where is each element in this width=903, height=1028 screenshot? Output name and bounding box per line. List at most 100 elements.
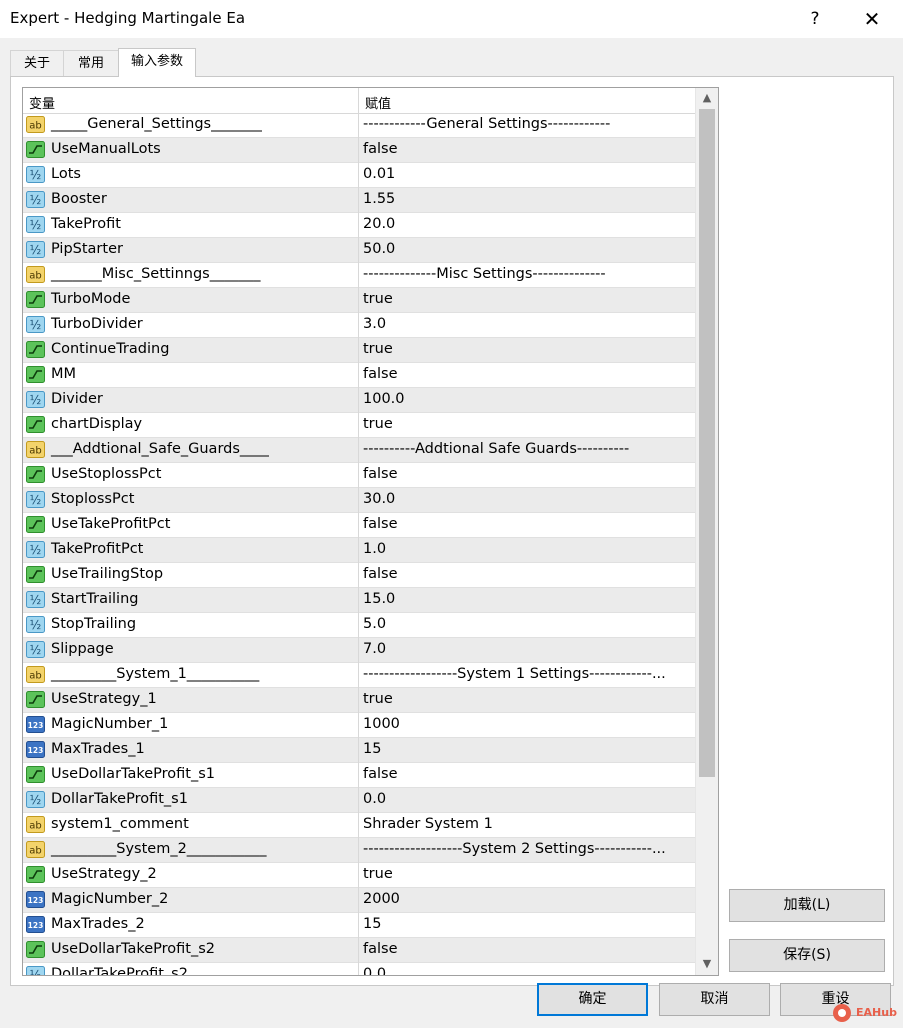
table-row[interactable]: ab _______Misc_Settinngs_______ ----------…: [23, 263, 695, 288]
tab-about[interactable]: 关于: [10, 50, 64, 76]
table-row[interactable]: UseDollarTakeProfit_s1 false: [23, 763, 695, 788]
table-row[interactable]: TurboMode true: [23, 288, 695, 313]
scroll-thumb[interactable]: [699, 109, 715, 777]
parameter-value[interactable]: 20.0: [363, 216, 688, 232]
parameter-name: UseManualLots: [51, 141, 161, 157]
parameter-value[interactable]: 30.0: [363, 491, 688, 507]
parameter-value[interactable]: 7.0: [363, 641, 688, 657]
column-separator: [358, 88, 359, 975]
parameter-value[interactable]: 100.0: [363, 391, 688, 407]
parameter-name: _______Misc_Settinngs_______: [51, 266, 261, 282]
watermark-text: EAHub: [856, 1006, 897, 1019]
table-row[interactable]: UseTakeProfitPct false: [23, 513, 695, 538]
table-row[interactable]: ½ StoplossPct 30.0: [23, 488, 695, 513]
table-row[interactable]: 123 MagicNumber_2 2000: [23, 888, 695, 913]
load-button[interactable]: 加载(L): [729, 889, 885, 922]
parameter-value[interactable]: false: [363, 141, 688, 157]
table-row[interactable]: ½ Lots 0.01: [23, 163, 695, 188]
table-row[interactable]: UseDollarTakeProfit_s2 false: [23, 938, 695, 963]
parameter-value[interactable]: true: [363, 866, 688, 882]
help-button[interactable]: ?: [800, 4, 830, 34]
save-button[interactable]: 保存(S): [729, 939, 885, 972]
parameter-value[interactable]: 15: [363, 916, 688, 932]
parameter-value[interactable]: 5.0: [363, 616, 688, 632]
header-variable[interactable]: 变量: [29, 93, 55, 112]
int-icon: 123: [26, 716, 45, 733]
parameter-value[interactable]: 1.55: [363, 191, 688, 207]
table-row[interactable]: ½ TakeProfitPct 1.0: [23, 538, 695, 563]
table-row[interactable]: ½ TakeProfit 20.0: [23, 213, 695, 238]
table-row[interactable]: 123 MaxTrades_2 15: [23, 913, 695, 938]
parameter-value[interactable]: 50.0: [363, 241, 688, 257]
parameter-value[interactable]: Shrader System 1: [363, 816, 688, 832]
parameter-value[interactable]: 0.0: [363, 966, 688, 975]
parameter-value[interactable]: -------------------System 2 Settings----…: [363, 841, 688, 857]
vertical-scrollbar[interactable]: ▲ ▼: [695, 88, 718, 975]
table-row[interactable]: ½ StartTrailing 15.0: [23, 588, 695, 613]
parameter-value[interactable]: false: [363, 516, 688, 532]
parameter-value[interactable]: false: [363, 466, 688, 482]
table-row[interactable]: ½ Slippage 7.0: [23, 638, 695, 663]
parameter-value[interactable]: ------------General Settings------------: [363, 116, 688, 132]
table-row[interactable]: ab _________System_1__________ -----------…: [23, 663, 695, 688]
table-row[interactable]: ½ StopTrailing 5.0: [23, 613, 695, 638]
table-row[interactable]: ½ DollarTakeProfit_s2 0.0: [23, 963, 695, 975]
table-row[interactable]: ab system1_comment Shrader System 1: [23, 813, 695, 838]
parameter-value[interactable]: 1.0: [363, 541, 688, 557]
parameter-value[interactable]: true: [363, 416, 688, 432]
parameter-name: MaxTrades_1: [51, 741, 145, 757]
parameter-value[interactable]: 3.0: [363, 316, 688, 332]
table-row[interactable]: MM false: [23, 363, 695, 388]
parameter-value[interactable]: true: [363, 341, 688, 357]
parameter-name: MaxTrades_2: [51, 916, 145, 932]
ok-button[interactable]: 确定: [537, 983, 648, 1016]
window-title: Expert - Hedging Martingale Ea: [10, 9, 246, 27]
scroll-down-arrow-icon[interactable]: ▼: [696, 954, 718, 974]
parameter-value[interactable]: false: [363, 566, 688, 582]
parameter-value[interactable]: 0.01: [363, 166, 688, 182]
parameter-value[interactable]: 1000: [363, 716, 688, 732]
table-row[interactable]: 123 MaxTrades_1 15: [23, 738, 695, 763]
parameter-value[interactable]: 15.0: [363, 591, 688, 607]
parameter-value[interactable]: ----------Addtional Safe Guards---------…: [363, 441, 688, 457]
parameter-value[interactable]: false: [363, 766, 688, 782]
string-icon: ab: [26, 116, 45, 133]
table-row[interactable]: ½ DollarTakeProfit_s1 0.0: [23, 788, 695, 813]
parameter-value[interactable]: 15: [363, 741, 688, 757]
table-row[interactable]: ½ TurboDivider 3.0: [23, 313, 695, 338]
table-row[interactable]: 123 MagicNumber_1 1000: [23, 713, 695, 738]
parameter-value[interactable]: true: [363, 691, 688, 707]
parameter-value[interactable]: false: [363, 941, 688, 957]
table-row[interactable]: UseStrategy_1 true: [23, 688, 695, 713]
tab-common[interactable]: 常用: [63, 50, 119, 76]
table-row[interactable]: ab _________System_2___________ ----------…: [23, 838, 695, 863]
parameter-name: ContinueTrading: [51, 341, 170, 357]
table-row[interactable]: UseStoplossPct false: [23, 463, 695, 488]
cancel-button[interactable]: 取消: [659, 983, 770, 1016]
tab-inputs[interactable]: 输入参数: [118, 48, 196, 77]
table-row[interactable]: ½ Booster 1.55: [23, 188, 695, 213]
scroll-up-arrow-icon[interactable]: ▲: [696, 88, 718, 108]
table-row[interactable]: ½ Divider 100.0: [23, 388, 695, 413]
double-icon: ½: [26, 166, 45, 183]
table-row[interactable]: chartDisplay true: [23, 413, 695, 438]
double-icon: ½: [26, 966, 45, 975]
svg-text:123: 123: [28, 921, 44, 930]
parameter-value[interactable]: 2000: [363, 891, 688, 907]
table-row[interactable]: ½ PipStarter 50.0: [23, 238, 695, 263]
table-row[interactable]: UseTrailingStop false: [23, 563, 695, 588]
parameter-value[interactable]: 0.0: [363, 791, 688, 807]
table-row[interactable]: UseManualLots false: [23, 138, 695, 163]
parameter-value[interactable]: ------------------System 1 Settings-----…: [363, 666, 688, 682]
table-row[interactable]: ContinueTrading true: [23, 338, 695, 363]
table-row[interactable]: ab ___Addtional_Safe_Guards____ ----------…: [23, 438, 695, 463]
table-row[interactable]: UseStrategy_2 true: [23, 863, 695, 888]
header-value[interactable]: 赋值: [365, 93, 391, 112]
parameter-value[interactable]: true: [363, 291, 688, 307]
table-row[interactable]: ab _____General_Settings_______ ----------…: [23, 113, 695, 138]
parameter-value[interactable]: --------------Misc Settings-------------…: [363, 266, 688, 282]
parameter-name: UseDollarTakeProfit_s1: [51, 766, 216, 782]
close-button[interactable]: ✕: [856, 4, 888, 34]
parameter-value[interactable]: false: [363, 366, 688, 382]
bool-icon: [26, 416, 45, 433]
